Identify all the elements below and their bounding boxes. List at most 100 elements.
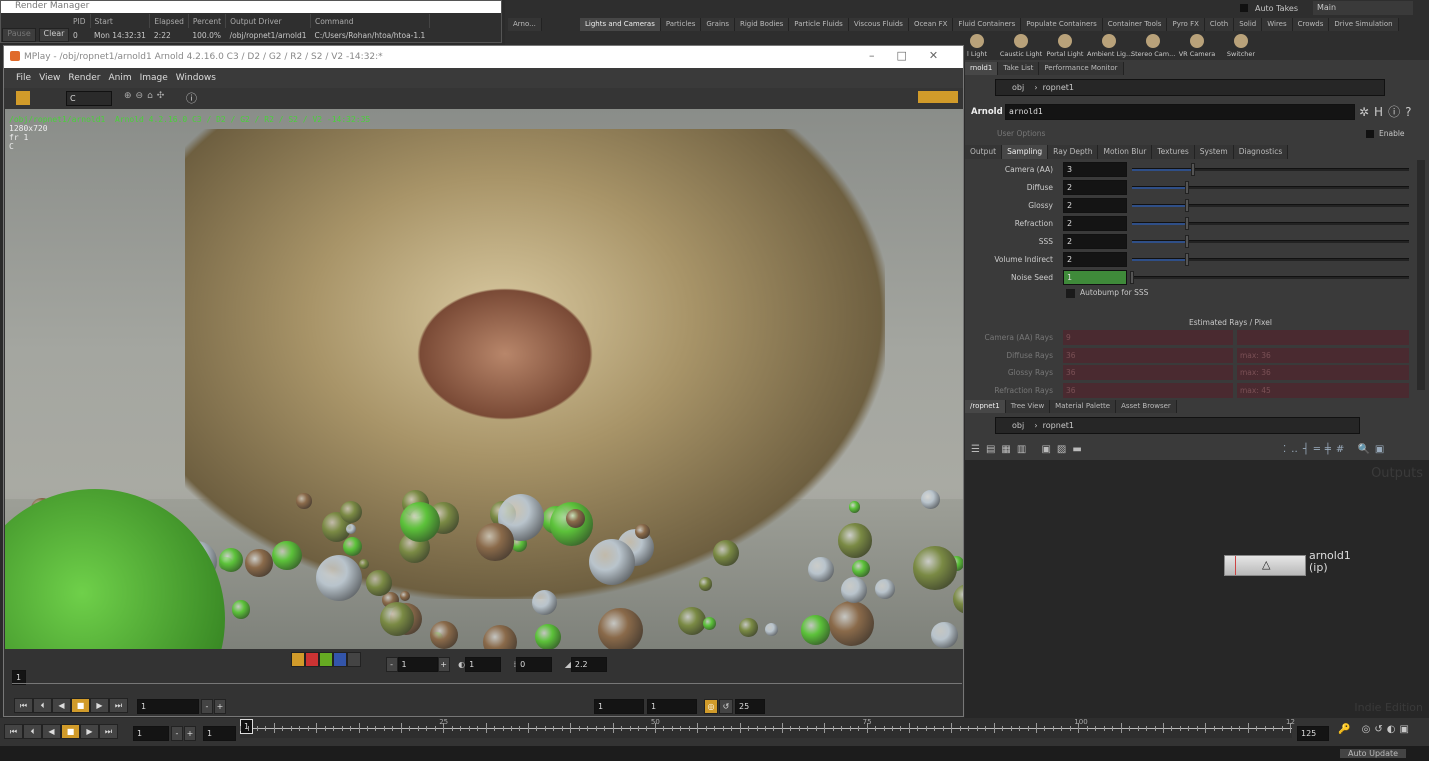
red-channel-button[interactable] [305,652,319,667]
param-slider[interactable] [1132,163,1409,176]
shelf-tool[interactable]: Portal Light [1043,34,1087,58]
shelf-tab[interactable]: Populate Containers [1021,18,1103,31]
param-tab-sampling[interactable]: Sampling [1002,145,1049,159]
column-header[interactable]: Output Driver [225,14,311,28]
timeline-option-icons[interactable]: 🔑 ◎↺◐▣ [1338,724,1413,735]
param-field[interactable]: 2 [1063,180,1127,195]
net-path-obj[interactable]: obj [1012,421,1024,430]
shelf-tool[interactable]: Ambient Lig... [1087,34,1132,58]
node-header-icons[interactable]: ✲Hⓘ? [1359,103,1416,120]
auto-takes-checkbox[interactable] [1240,4,1248,12]
last-frame-button[interactable]: ⏭ [109,698,128,713]
param-slider[interactable] [1132,217,1409,230]
column-header[interactable]: PID [69,14,91,28]
path-bar[interactable]: obj › ropnet1 [995,79,1385,96]
param-tab-diagnostics[interactable]: Diagnostics [1233,145,1289,159]
menu-image[interactable]: Image [140,73,168,83]
prev-key-button[interactable]: ⏴ [33,698,52,713]
shelf-tool[interactable]: Caustic Light [999,34,1043,58]
fps-field[interactable]: 25 [735,699,765,714]
exposure-plus[interactable]: + [437,657,450,672]
channel-select[interactable]: C [66,91,112,106]
shelf-tab[interactable]: Rigid Bodies [735,18,790,31]
param-field[interactable]: 2 [1063,198,1127,213]
network-tab[interactable]: Asset Browser [1116,400,1177,413]
first-frame-button[interactable]: ⏮ [14,698,33,713]
shelf-tab[interactable]: Pyro FX [1167,18,1205,31]
node-name-field[interactable]: arnold1 [1005,104,1355,120]
stop-button[interactable]: ■ [71,698,90,713]
mplay-timeline[interactable] [12,683,962,684]
param-slider[interactable] [1132,199,1409,212]
current-frame-field[interactable]: 1 [133,726,169,741]
param-tab-motion-blur[interactable]: Motion Blur [1098,145,1153,159]
menu-file[interactable]: File [16,73,31,83]
arnold-node[interactable]: △ [1224,555,1306,576]
column-header[interactable]: Command [310,14,430,28]
menu-render[interactable]: Render [68,73,100,83]
frame-plus[interactable]: + [214,699,226,714]
play-back-button[interactable]: ◀ [52,698,71,713]
table-row[interactable]: 0 Mon 14:32:31 2:22 100.0% /obj/ropnet1/arno… [69,28,429,42]
frame-minus[interactable]: - [171,726,183,741]
zoom-icons[interactable]: ⊕⊖⌂✣ [124,91,168,101]
pane-tab[interactable]: rnold1 [965,62,999,75]
param-field[interactable]: 3 [1063,162,1127,177]
frame-field[interactable]: 1 [137,699,199,714]
param-field[interactable]: 2 [1063,252,1127,267]
range-end-field[interactable]: 1 [647,699,697,714]
info-icon[interactable]: ⓘ [186,90,197,106]
last-frame-button[interactable]: ⏭ [99,724,118,739]
shelf-tool[interactable]: Stereo Cam... [1131,34,1175,58]
param-tab-ray-depth[interactable]: Ray Depth [1048,145,1099,159]
view-mode-icon[interactable] [16,91,30,105]
exposure-minus[interactable]: - [385,657,398,672]
param-scrollbar[interactable] [1417,160,1425,390]
shelf-tab[interactable]: Drive Simulation [1329,18,1399,31]
network-path-bar[interactable]: obj › ropnet1 [995,417,1360,434]
first-frame-button[interactable]: ⏮ [4,724,23,739]
play-button[interactable]: ▶ [80,724,99,739]
path-ropnet[interactable]: ropnet1 [1043,83,1074,92]
pane-tab[interactable]: Take List [998,62,1040,75]
loop-button[interactable]: ↺ [719,699,733,714]
prev-key-button[interactable]: ⏴ [23,724,42,739]
clear-button[interactable]: Clear [39,28,69,42]
gamma-field[interactable]: 2.2 [570,657,607,672]
rgb-channel-button[interactable] [291,652,305,667]
column-header[interactable]: Percent [188,14,227,28]
net-path-ropnet[interactable]: ropnet1 [1043,421,1074,430]
pause-button[interactable]: Pause [2,28,36,42]
path-obj[interactable]: obj [1012,83,1024,92]
param-slider[interactable] [1132,253,1409,266]
param-tab-system[interactable]: System [1194,145,1234,159]
frame-plus[interactable]: + [184,726,196,741]
network-tab[interactable]: /ropnet1 [965,400,1006,413]
shelf-tab[interactable]: Lights and Cameras [580,18,661,31]
end-frame-field[interactable]: 125 [1297,726,1329,741]
blue-channel-button[interactable] [333,652,347,667]
playhead[interactable]: 1 [240,719,253,734]
stop-button[interactable]: ■ [61,724,80,739]
param-slider[interactable] [1130,271,1409,284]
param-field[interactable]: 2 [1063,234,1127,249]
play-back-button[interactable]: ◀ [42,724,61,739]
param-tab-textures[interactable]: Textures [1152,145,1195,159]
shelf-tab[interactable]: Solid [1234,18,1263,31]
render-image[interactable]: /obj/ropnet1/arnold1 Arnold 4.2.16.0 C3 … [5,109,963,649]
shelf-tab[interactable]: Fluid Containers [953,18,1022,31]
shelf-tool[interactable]: Switcher [1219,34,1263,58]
param-field[interactable]: 2 [1063,216,1127,231]
column-header[interactable]: Elapsed [149,14,189,28]
play-button[interactable]: ▶ [90,698,109,713]
shelf-tab[interactable]: Container Tools [1102,18,1168,31]
offset-field[interactable]: 0 [516,657,553,672]
brightness-field[interactable]: 1 [465,657,502,672]
timeline-ruler[interactable]: 1 25 50 75 100 12 [240,718,1295,738]
network-editor[interactable]: Outputs △ arnold1 (ip) Indie Edition [965,460,1429,718]
network-toolbar-icons[interactable]: ☰▤▦▥ ▣▨▬ [971,444,1088,455]
pane-tab[interactable]: Performance Monitor [1039,62,1124,75]
green-channel-button[interactable] [319,652,333,667]
network-layout-icons[interactable]: ⁚‥┤═╪# 🔍▣ [1283,444,1389,455]
shelf-tab[interactable]: Crowds [1292,18,1330,31]
